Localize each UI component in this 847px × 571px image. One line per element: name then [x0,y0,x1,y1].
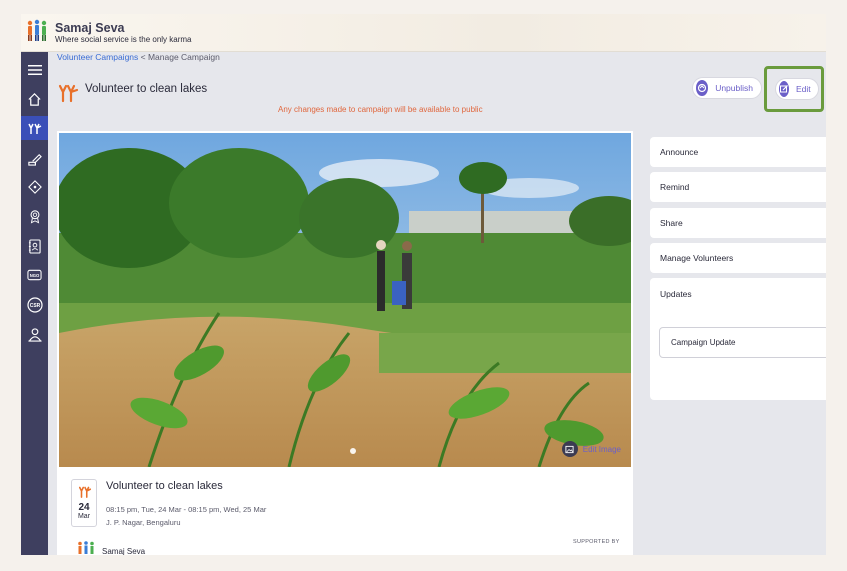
app-header: Samaj Seva Where social service is the o… [21,14,826,52]
page-title: Volunteer to clean lakes [85,83,208,95]
svg-text:CSR: CSR [29,303,40,309]
date-day: 24 [78,502,90,513]
sidebar-item-tags[interactable] [21,175,48,199]
campaign-photo-graphic [59,133,631,467]
ngo-icon: NGO [27,269,42,281]
edit-label: Edit [796,84,811,94]
award-ribbon-icon [30,209,39,223]
tag-icon [27,180,42,194]
updates-panel: Updates Campaign Update [650,278,826,400]
volunteer-hands-icon [78,486,92,498]
announce-action[interactable]: Announce [650,137,826,167]
samaj-seva-logo-icon [27,19,47,41]
image-icon [561,441,578,457]
sidebar-item-campaigns[interactable] [21,116,48,140]
edit-image-button[interactable]: Edit Image [561,441,621,457]
campaign-location: J. P. Nagar, Bengaluru [106,518,181,527]
campaign-time: 08:15 pm, Tue, 24 Mar - 08:15 pm, Wed, 2… [106,505,267,514]
breadcrumb: Volunteer Campaigns < Manage Campaign [57,52,220,62]
edit-image-label: Edit Image [582,444,621,454]
breadcrumb-separator: < [138,52,148,62]
people-icon [27,327,42,342]
updates-heading: Updates [660,289,692,299]
campaign-update-field[interactable]: Campaign Update [659,327,826,358]
remind-action[interactable]: Remind [650,172,826,202]
organizer-logo-icon [78,541,94,554]
unpublish-label: Unpublish [715,83,753,93]
campaign-photo: Edit Image [59,133,631,467]
menu-icon [27,65,42,75]
pen-edit-icon [28,153,42,166]
sidebar-item-awards[interactable] [21,204,48,228]
date-month: Mar [77,513,91,520]
sidebar-item-contacts[interactable] [21,234,48,258]
manage-volunteers-action[interactable]: Manage Volunteers [650,243,826,273]
organizer-name: Samaj Seva [102,547,146,555]
supported-by-label: SUPPORTED BY [573,539,620,545]
unpublish-button[interactable]: Unpublish [692,77,762,99]
sidebar-menu-toggle[interactable] [21,58,48,82]
sidebar-item-edit[interactable] [21,146,48,170]
home-icon [28,92,41,106]
campaign-date: 24 Mar [71,479,97,527]
unpublish-icon [696,80,709,96]
edit-icon [779,81,789,97]
app-window: Samaj Seva Where social service is the o… [21,14,826,555]
brand-name: Samaj Seva [55,21,125,35]
breadcrumb-current: Manage Campaign [147,52,220,62]
contacts-book-icon [28,238,41,254]
edit-highlight: Edit [764,66,824,112]
csr-icon: CSR [26,297,43,313]
sidebar: NGO CSR [21,52,48,555]
volunteer-hands-icon [58,84,79,103]
breadcrumb-link-campaigns[interactable]: Volunteer Campaigns [57,52,138,62]
sidebar-item-people[interactable] [21,322,48,346]
sidebar-item-home[interactable] [21,87,48,111]
sidebar-item-ngo[interactable]: NGO [21,263,48,287]
sidebar-item-csr[interactable]: CSR [21,293,48,317]
share-action[interactable]: Share [650,208,826,238]
publish-notice: Any changes made to campaign will be ava… [278,105,483,114]
volunteer-hands-icon [27,123,41,134]
edit-button[interactable]: Edit [775,78,819,100]
brand-tagline: Where social service is the only karma [55,35,192,44]
svg-text:NGO: NGO [30,273,40,278]
campaign-title: Volunteer to clean lakes [106,480,223,492]
